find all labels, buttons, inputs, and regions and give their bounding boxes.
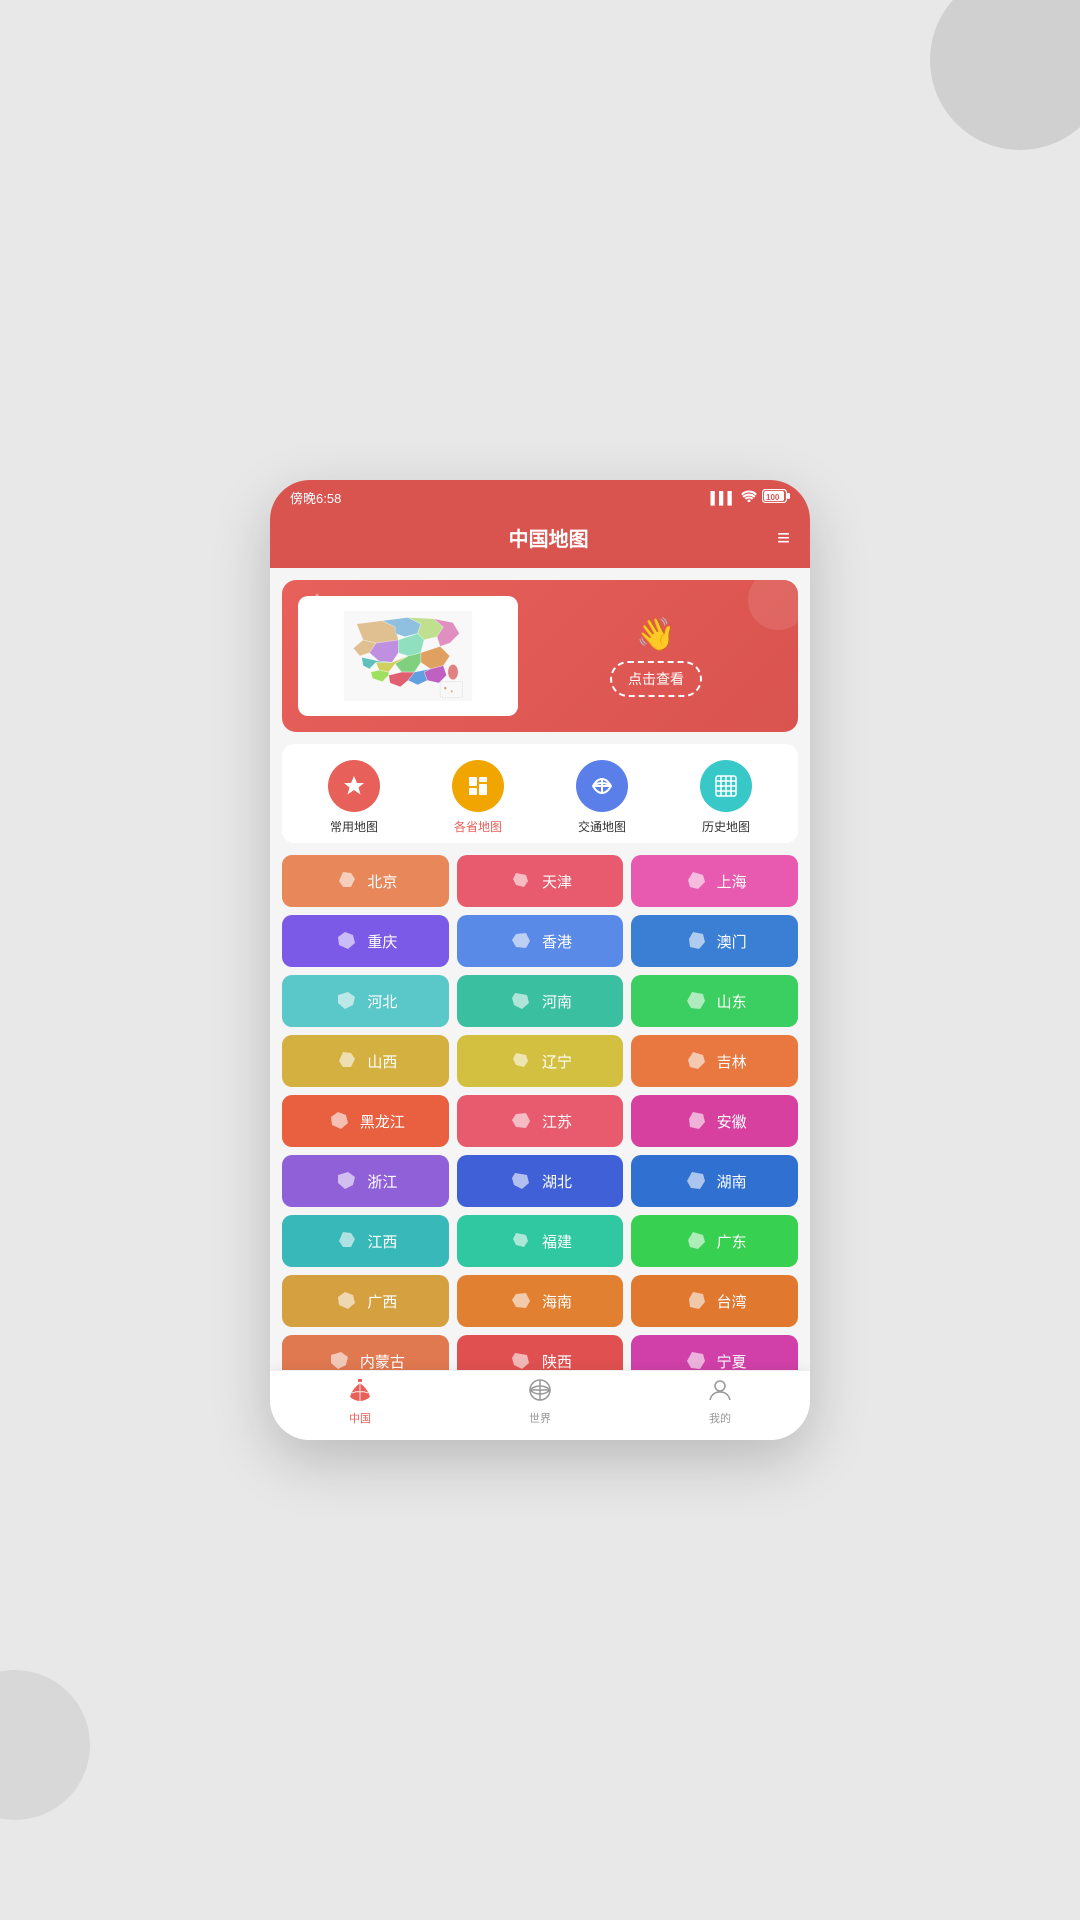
status-icons: ▌▌▌ 100 [710, 489, 790, 506]
province-btn-海南[interactable]: 海南 [457, 1275, 624, 1327]
province-name: 河南 [542, 991, 572, 1012]
province-name: 江西 [367, 1231, 397, 1252]
province-name: 香港 [542, 931, 572, 952]
province-btn-湖南[interactable]: 湖南 [631, 1155, 798, 1207]
province-btn-浙江[interactable]: 浙江 [282, 1155, 449, 1207]
province-btn-山西[interactable]: 山西 [282, 1035, 449, 1087]
province-btn-辽宁[interactable]: 辽宁 [457, 1035, 624, 1087]
province-btn-安徽[interactable]: 安徽 [631, 1095, 798, 1147]
province-btn-江西[interactable]: 江西 [282, 1215, 449, 1267]
province-name: 上海 [717, 871, 747, 892]
province-name: 天津 [542, 871, 572, 892]
world-nav-label: 世界 [529, 1410, 551, 1426]
province-name: 江苏 [542, 1111, 572, 1132]
province-name: 湖南 [717, 1171, 747, 1192]
province-btn-江苏[interactable]: 江苏 [457, 1095, 624, 1147]
province-name: 澳门 [717, 931, 747, 952]
province-name: 广东 [717, 1231, 747, 1252]
nav-china[interactable]: 中国 [270, 1379, 450, 1426]
province-btn-台湾[interactable]: 台湾 [631, 1275, 798, 1327]
province-btn-天津[interactable]: 天津 [457, 855, 624, 907]
province-btn-北京[interactable]: 北京 [282, 855, 449, 907]
bottom-navigation: 中国 世界 我的 [270, 1370, 810, 1440]
transport-map-label: 交通地图 [578, 818, 626, 835]
province-name: 浙江 [367, 1171, 397, 1192]
province-btn-香港[interactable]: 香港 [457, 915, 624, 967]
province-btn-黑龙江[interactable]: 黑龙江 [282, 1095, 449, 1147]
province-btn-河南[interactable]: 河南 [457, 975, 624, 1027]
province-name: 福建 [542, 1231, 572, 1252]
province-btn-河北[interactable]: 河北 [282, 975, 449, 1027]
menu-button[interactable]: ≡ [777, 527, 790, 549]
province-name: 辽宁 [542, 1051, 572, 1072]
province-name: 北京 [367, 871, 397, 892]
china-nav-label: 中国 [349, 1410, 371, 1426]
category-transport[interactable]: 交通地图 [576, 760, 628, 835]
province-btn-广西[interactable]: 广西 [282, 1275, 449, 1327]
china-map-svg [328, 611, 488, 701]
province-btn-山东[interactable]: 山东 [631, 975, 798, 1027]
banner-action[interactable]: 👋 点击查看 [530, 615, 782, 697]
province-btn-湖北[interactable]: 湖北 [457, 1155, 624, 1207]
category-province[interactable]: 各省地图 [452, 760, 504, 835]
province-name: 台湾 [717, 1291, 747, 1312]
mine-nav-label: 我的 [709, 1410, 731, 1426]
province-name: 湖北 [542, 1171, 572, 1192]
province-btn-吉林[interactable]: 吉林 [631, 1035, 798, 1087]
province-map-icon [452, 760, 504, 812]
province-btn-重庆[interactable]: 重庆 [282, 915, 449, 967]
wifi-icon [741, 490, 757, 505]
china-nav-icon [347, 1379, 373, 1407]
page-title: 中国地图 [320, 523, 777, 552]
category-section: 常用地图 各省地图 [282, 744, 798, 843]
province-grid: 北京 天津 上海 重庆 香港 澳门 河北 河南 山东 山西 辽宁 吉林 黑龙江 … [270, 855, 810, 1440]
province-name: 河北 [367, 991, 397, 1012]
province-name: 内蒙古 [360, 1351, 405, 1372]
province-name: 海南 [542, 1291, 572, 1312]
phone-frame: 傍晚6:58 ▌▌▌ 100 [270, 480, 810, 1440]
svg-text:100: 100 [766, 493, 780, 502]
province-name: 广西 [367, 1291, 397, 1312]
battery-icon: 100 [762, 489, 790, 506]
province-btn-广东[interactable]: 广东 [631, 1215, 798, 1267]
nav-mine[interactable]: 我的 [630, 1379, 810, 1426]
province-name: 山西 [367, 1051, 397, 1072]
province-name: 重庆 [367, 931, 397, 952]
category-history[interactable]: 历史地图 [700, 760, 752, 835]
app-header: 中国地图 ≡ [270, 513, 810, 568]
status-bar: 傍晚6:58 ▌▌▌ 100 [270, 480, 810, 513]
nav-world[interactable]: 世界 [450, 1379, 630, 1426]
hand-wave-icon: 👋 [636, 615, 676, 653]
province-name: 黑龙江 [360, 1111, 405, 1132]
province-name: 山东 [717, 991, 747, 1012]
province-name: 宁夏 [717, 1351, 747, 1372]
history-map-label: 历史地图 [702, 818, 750, 835]
banner-map-preview[interactable] [298, 596, 518, 716]
world-nav-icon [527, 1379, 553, 1407]
category-common[interactable]: 常用地图 [328, 760, 380, 835]
bg-decoration-bottom [0, 1670, 90, 1820]
click-to-view-button[interactable]: 点击查看 [610, 661, 702, 697]
main-content: ✦ ✦ ✦ ✈ [270, 568, 810, 1440]
province-name: 陕西 [542, 1351, 572, 1372]
transport-map-icon [576, 760, 628, 812]
common-map-label: 常用地图 [330, 818, 378, 835]
mine-nav-icon [707, 1379, 733, 1407]
province-btn-上海[interactable]: 上海 [631, 855, 798, 907]
province-name: 吉林 [717, 1051, 747, 1072]
bg-decoration-top [930, 0, 1080, 150]
province-btn-澳门[interactable]: 澳门 [631, 915, 798, 967]
status-time: 傍晚6:58 [290, 488, 341, 507]
province-name: 安徽 [717, 1111, 747, 1132]
history-map-icon [700, 760, 752, 812]
banner-section[interactable]: ✦ ✦ ✦ ✈ [282, 580, 798, 732]
province-map-label: 各省地图 [454, 818, 502, 835]
common-map-icon [328, 760, 380, 812]
signal-icon: ▌▌▌ [710, 491, 736, 505]
province-btn-福建[interactable]: 福建 [457, 1215, 624, 1267]
